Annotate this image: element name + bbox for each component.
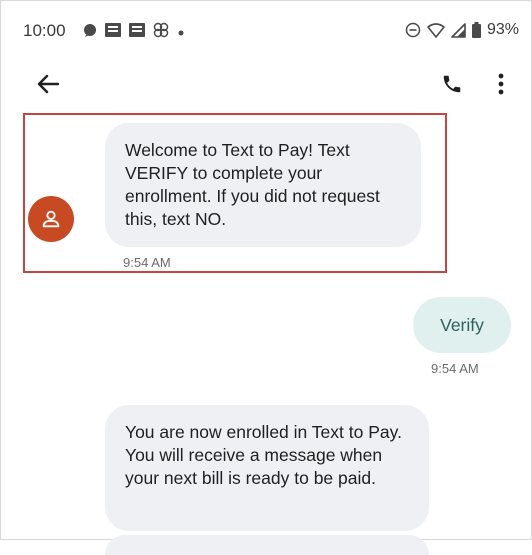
- status-notification-icons: [83, 22, 185, 43]
- status-time: 10:00: [23, 21, 66, 40]
- battery-icon: [471, 22, 481, 38]
- person-icon: [42, 210, 60, 228]
- conversation-app-bar: [1, 59, 532, 109]
- messaging-screen: 10:00 93% Welcome to Text to Pay! Text V…: [0, 0, 532, 555]
- do-not-disturb-icon: [405, 22, 421, 38]
- outgoing-message-bubble[interactable]: Verify: [413, 297, 511, 353]
- arrow-left-icon: [37, 74, 59, 94]
- notification-icon: [129, 23, 145, 42]
- status-system-icons: 93%: [405, 21, 519, 39]
- phone-icon: [443, 75, 461, 93]
- signal-icon: [451, 22, 466, 38]
- incoming-message-bubble-partial: [105, 535, 429, 555]
- message-text: Welcome to Text to Pay! Text VERIFY to c…: [125, 140, 380, 229]
- pinwheel-icon: [153, 22, 169, 43]
- call-button[interactable]: [437, 69, 467, 99]
- message-timestamp: 9:54 AM: [431, 361, 479, 376]
- wifi-icon: [427, 22, 445, 38]
- battery-percentage: 93%: [486, 21, 519, 38]
- message-text: You are now enrolled in Text to Pay. You…: [125, 422, 402, 488]
- message-text: Verify: [440, 314, 484, 335]
- contact-avatar[interactable]: [28, 196, 74, 242]
- chat-icon: [83, 23, 97, 42]
- back-button[interactable]: [33, 69, 63, 99]
- more-vertical-icon: [498, 73, 504, 95]
- notification-icon: [105, 23, 121, 42]
- message-timestamp: 9:54 AM: [123, 255, 171, 270]
- status-bar: 10:00 93%: [1, 1, 532, 57]
- incoming-message-bubble[interactable]: Welcome to Text to Pay! Text VERIFY to c…: [105, 123, 421, 247]
- incoming-message-bubble[interactable]: You are now enrolled in Text to Pay. You…: [105, 405, 429, 531]
- more-options-button[interactable]: [489, 69, 513, 99]
- dot-icon: [177, 24, 185, 42]
